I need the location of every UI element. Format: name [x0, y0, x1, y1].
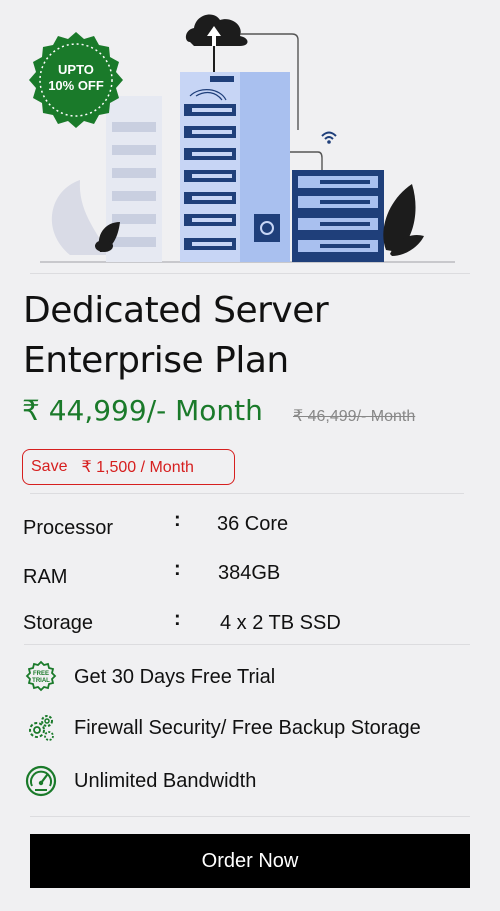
spec-key: Processor	[23, 517, 114, 539]
feature-bandwidth: Unlimited Bandwidth	[24, 764, 484, 798]
svg-text:FREE: FREE	[33, 671, 49, 677]
gears-icon	[29, 715, 54, 741]
spec-row-processor: Processor : 36 Core	[23, 509, 483, 543]
save-amount: ₹ 1,500 / Month	[81, 459, 194, 476]
feature-firewall: Firewall Security/ Free Backup Storage	[24, 711, 484, 745]
spec-value: 36 Core	[217, 513, 289, 535]
plan-title-line-1: Dedicated Server	[23, 290, 329, 331]
spec-value: 4 x 2 TB SSD	[220, 612, 341, 634]
speedometer-icon	[25, 765, 57, 797]
plan-title: Dedicated Server Enterprise Plan	[23, 286, 483, 386]
spec-separator: :	[174, 558, 181, 580]
spec-value: 384GB	[218, 562, 281, 584]
feature-label: Unlimited Bandwidth	[74, 770, 257, 792]
spec-key: Storage	[23, 612, 94, 634]
feature-free-trial: FREE TRIAL Get 30 Days Free Trial	[24, 660, 484, 694]
spec-key: RAM	[23, 566, 68, 588]
feature-label: Firewall Security/ Free Backup Storage	[74, 717, 421, 739]
savings-badge: Save ₹ 1,500 / Month	[22, 449, 235, 485]
feature-label: Get 30 Days Free Trial	[74, 666, 276, 688]
order-now-button[interactable]: Order Now	[30, 834, 470, 888]
spec-separator: :	[174, 509, 181, 531]
plan-price: ₹ 44,999/- Month	[22, 394, 263, 427]
svg-text:TRIAL: TRIAL	[32, 678, 50, 684]
divider	[30, 493, 464, 494]
spec-row-ram: RAM : 384GB	[23, 558, 483, 592]
discount-badge-text: UPTO 10% OFF	[26, 62, 126, 94]
spec-row-storage: Storage : 4 x 2 TB SSD	[23, 608, 483, 642]
save-label: Save	[31, 458, 68, 475]
free-trial-icon: FREE TRIAL	[25, 660, 57, 692]
old-price: ₹ 46,499/- Month	[293, 408, 416, 425]
divider	[24, 644, 470, 645]
divider	[30, 273, 470, 274]
plan-title-line-2: Enterprise Plan	[23, 340, 289, 381]
badge-line-2: 10% OFF	[48, 78, 104, 93]
spec-separator: :	[174, 608, 181, 630]
divider	[30, 816, 470, 817]
badge-line-1: UPTO	[58, 62, 94, 77]
